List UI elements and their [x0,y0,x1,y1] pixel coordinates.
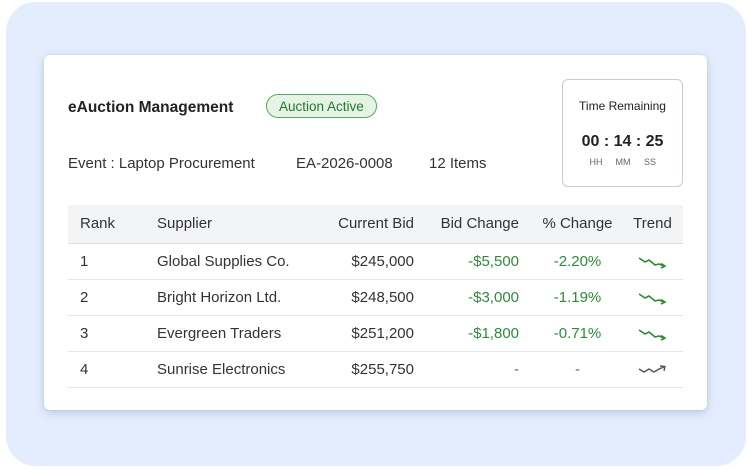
bid-change-cell: -$5,500 [414,243,519,280]
status-badge: Auction Active [266,94,377,118]
event-id: EA-2026-0008 [296,155,393,172]
trend-up-icon [638,364,666,373]
percent-change-cell: -1.19% [519,279,622,316]
supplier-cell: Bright Horizon Ltd. [157,279,313,316]
column-header-supplier[interactable]: Supplier [157,205,313,244]
event-items-count: 12 Items [429,155,487,172]
time-remaining-panel: Time Remaining 00 : 14 : 25 HH MM SS [562,79,683,187]
current-bid-cell: $251,200 [313,315,414,352]
table-row[interactable]: 1 Global Supplies Co. $245,000 -$5,500 -… [68,243,683,280]
timer-value: 00 : 14 : 25 [581,133,664,150]
percent-change-cell: -0.71% [519,315,622,352]
rank-cell: 2 [68,279,157,316]
auction-card: eAuction Management Auction Active Event… [44,55,707,410]
table-row[interactable]: 3 Evergreen Traders $251,200 -$1,800 -0.… [68,315,683,352]
bids-table: Rank Supplier Current Bid Bid Change % C… [68,205,683,388]
current-bid-cell: $255,750 [313,351,414,388]
timer-unit-hours: HH [589,157,603,167]
timer-unit-seconds: SS [643,157,656,167]
timer-unit-minutes: MM [615,157,631,167]
trend-cell [622,315,683,352]
table-header-row: Rank Supplier Current Bid Bid Change % C… [68,205,683,244]
table-row[interactable]: 2 Bright Horizon Ltd. $248,500 -$3,000 -… [68,279,683,316]
current-bid-cell: $245,000 [313,243,414,280]
percent-change-cell: -2.20% [519,243,622,280]
trend-down-icon [638,292,667,305]
bid-change-cell: -$3,000 [414,279,519,316]
app-title: eAuction Management [68,99,234,116]
column-header-trend[interactable]: Trend [622,205,683,244]
rank-cell: 4 [68,351,157,388]
column-header-percent-change[interactable]: % Change [519,205,622,244]
trend-down-icon [638,256,667,269]
table-row[interactable]: 4 Sunrise Electronics $255,750 - - [68,351,683,388]
timer-title: Time Remaining [579,99,666,113]
event-label: Event : Laptop Procurement [68,155,255,172]
bid-change-cell: -$1,800 [414,315,519,352]
column-header-rank[interactable]: Rank [68,205,157,244]
column-header-current-bid[interactable]: Current Bid [313,205,414,244]
supplier-cell: Evergreen Traders [157,315,313,352]
bid-change-cell: - [414,351,519,388]
trend-cell [622,351,683,388]
column-header-bid-change[interactable]: Bid Change [414,205,519,244]
trend-cell [622,279,683,316]
percent-change-cell: - [519,351,622,388]
supplier-cell: Sunrise Electronics [157,351,313,388]
supplier-cell: Global Supplies Co. [157,243,313,280]
rank-cell: 3 [68,315,157,352]
trend-cell [622,243,683,280]
rank-cell: 1 [68,243,157,280]
timer-units: HH MM SS [583,157,663,167]
current-bid-cell: $248,500 [313,279,414,316]
trend-down-icon [638,328,667,341]
